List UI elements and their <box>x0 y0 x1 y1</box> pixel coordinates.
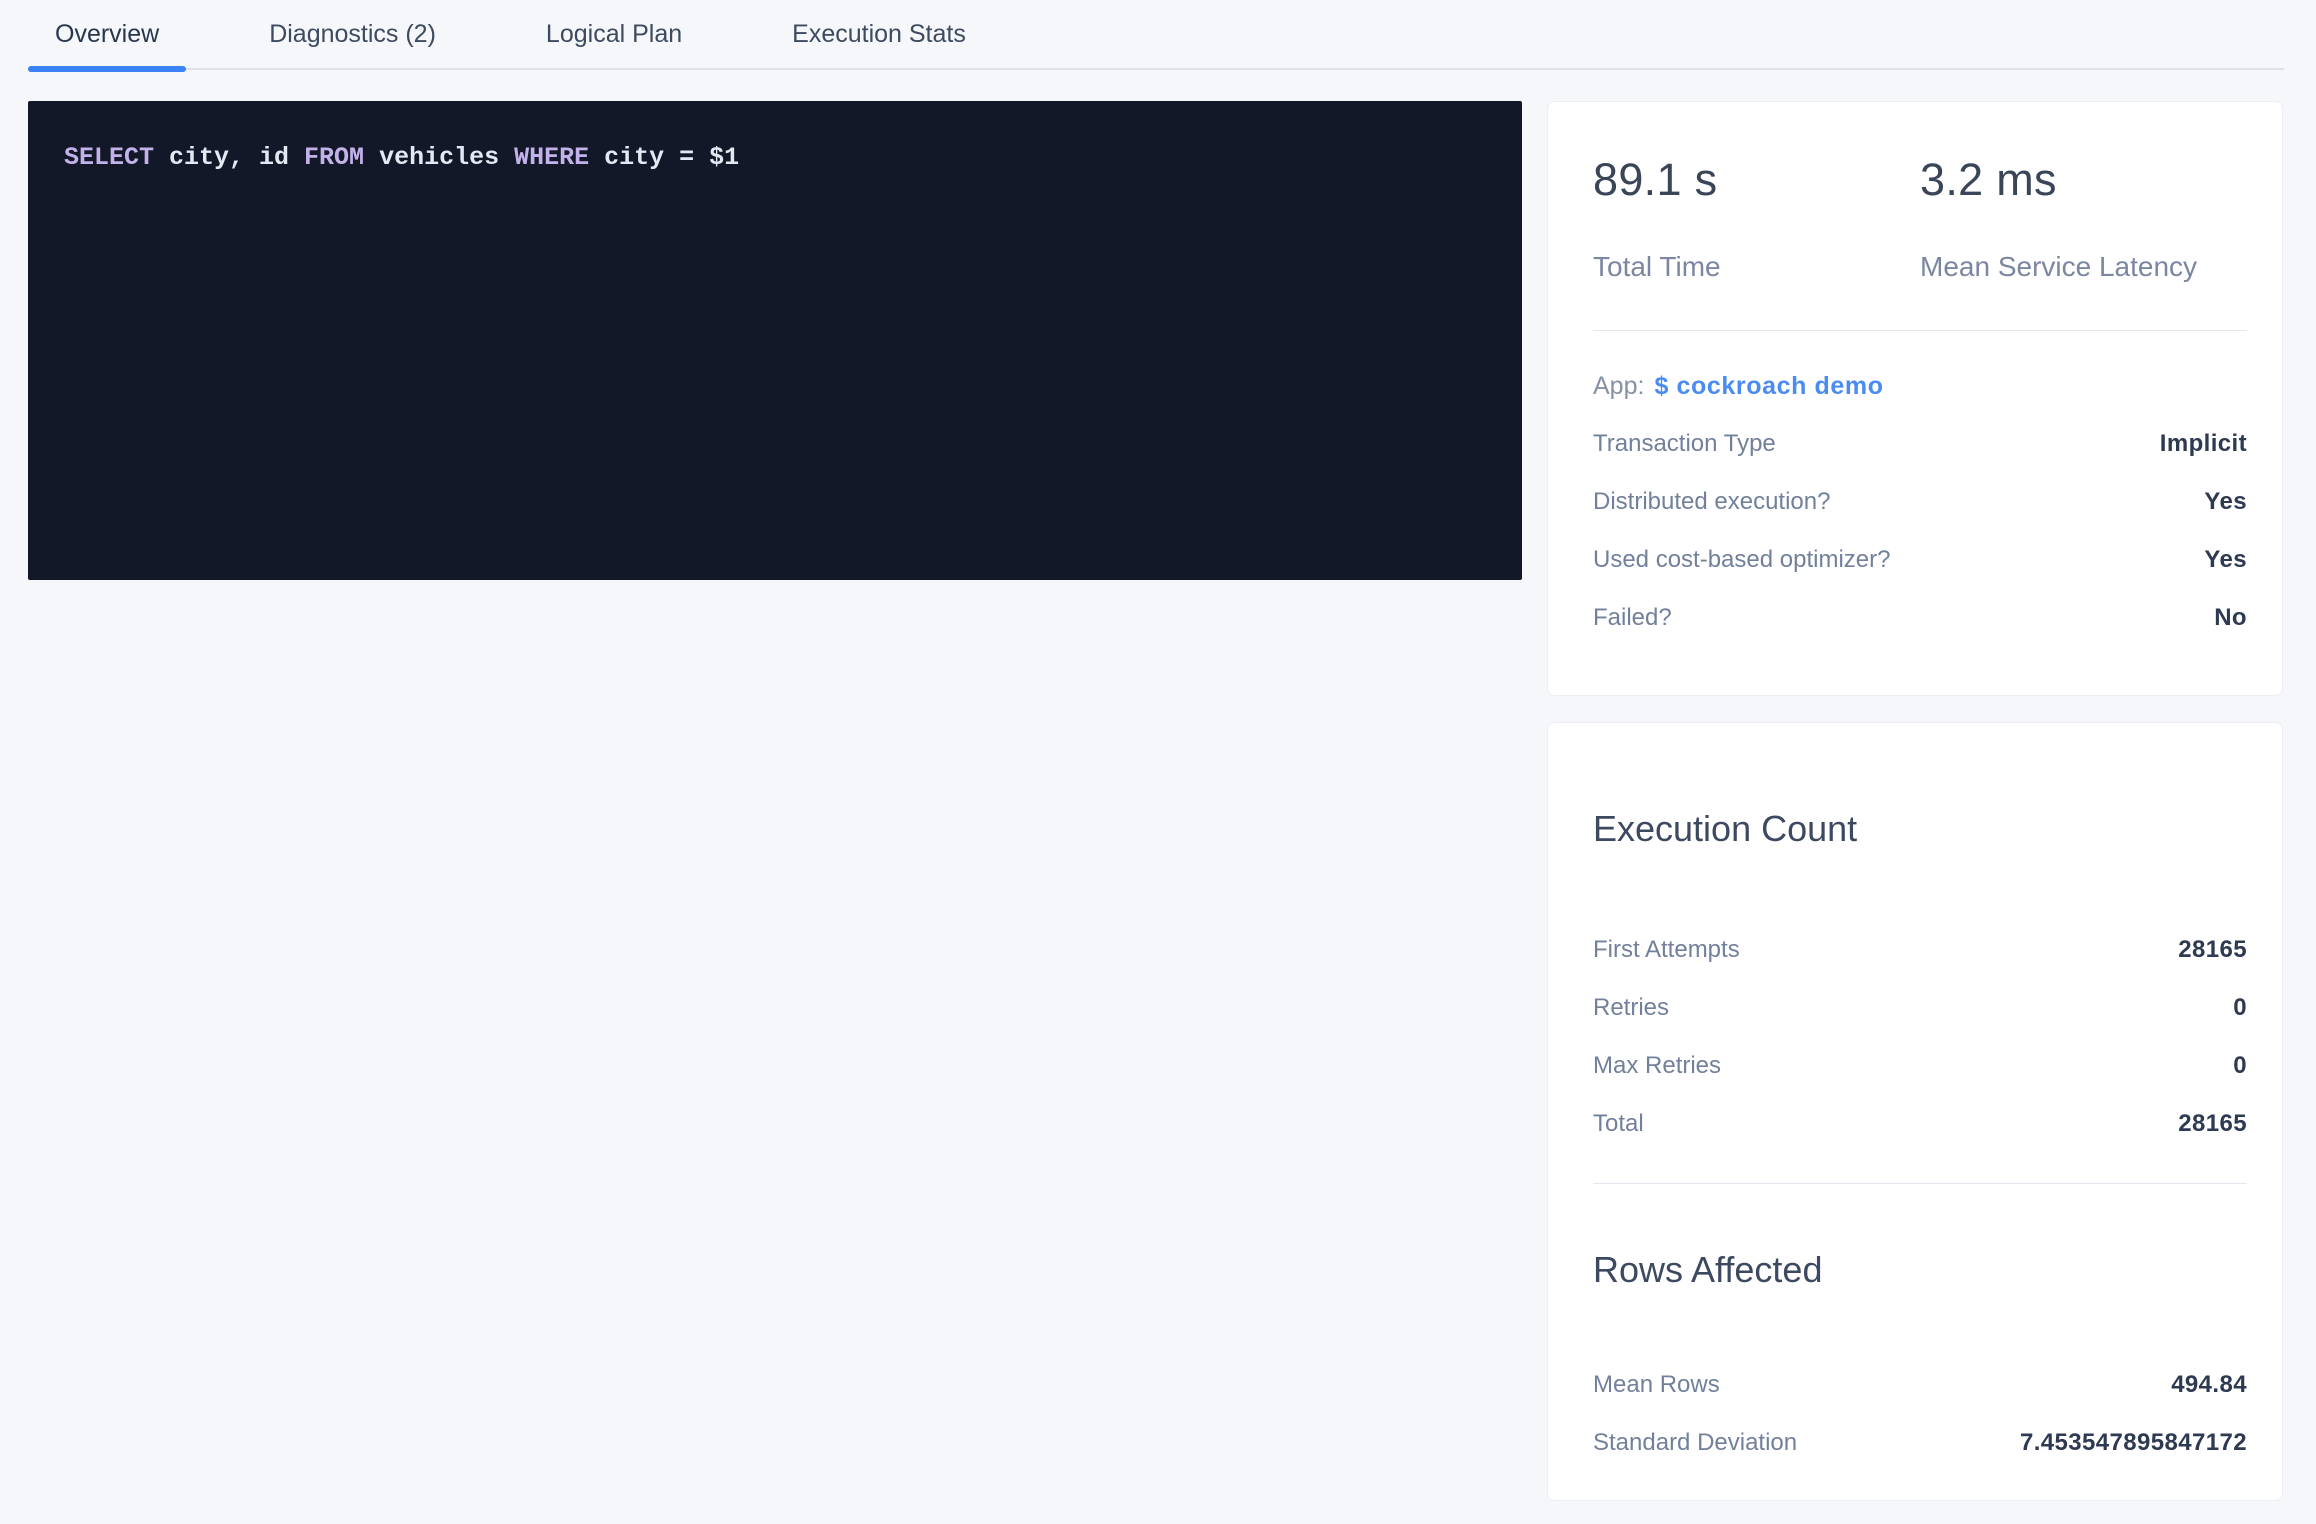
tab-execution-stats[interactable]: Execution Stats <box>765 0 993 68</box>
tab-diagnostics[interactable]: Diagnostics (2) <box>242 0 463 68</box>
total-time-label: Total Time <box>1593 250 1920 284</box>
summary-divider <box>1593 330 2247 331</box>
sql-condition: city = $1 <box>589 143 739 172</box>
distributed-execution-row: Distributed execution? Yes <box>1593 473 2247 531</box>
max-retries-value: 0 <box>2233 1052 2247 1080</box>
summary-metrics: 89.1 s Total Time 3.2 ms Mean Service La… <box>1593 102 2247 284</box>
standard-deviation-label: Standard Deviation <box>1593 1429 1797 1457</box>
mean-service-latency-metric: 3.2 ms Mean Service Latency <box>1920 154 2247 284</box>
section-divider <box>1593 1183 2247 1184</box>
first-attempts-value: 28165 <box>2178 936 2247 964</box>
summary-card: 89.1 s Total Time 3.2 ms Mean Service La… <box>1548 102 2282 695</box>
sql-keyword-where: WHERE <box>514 143 589 172</box>
failed-value: No <box>2214 604 2247 632</box>
first-attempts-row: First Attempts 28165 <box>1593 921 2247 979</box>
app-label: App: <box>1593 372 1644 401</box>
sql-statement: SELECT city, id FROM vehicles WHERE city… <box>64 142 1486 174</box>
tab-bar: Overview Diagnostics (2) Logical Plan Ex… <box>28 0 2284 70</box>
distributed-execution-value: Yes <box>2204 488 2247 516</box>
tab-logical-plan[interactable]: Logical Plan <box>519 0 709 68</box>
tab-overview-label: Overview <box>55 20 159 49</box>
execution-count-rows: First Attempts 28165 Retries 0 Max Retri… <box>1593 921 2247 1153</box>
tab-diagnostics-label: Diagnostics (2) <box>269 20 436 49</box>
tab-execution-stats-label: Execution Stats <box>792 20 966 49</box>
execution-count-title: Execution Count <box>1593 807 2247 851</box>
tab-overview[interactable]: Overview <box>28 0 186 68</box>
summary-rows: App: $ cockroach demo Transaction Type I… <box>1593 357 2247 647</box>
mean-rows-value: 494.84 <box>2171 1371 2247 1399</box>
failed-label: Failed? <box>1593 604 1672 632</box>
cost-based-optimizer-row: Used cost-based optimizer? Yes <box>1593 531 2247 589</box>
retries-value: 0 <box>2233 994 2247 1022</box>
rows-affected-rows: Mean Rows 494.84 Standard Deviation 7.45… <box>1593 1356 2247 1472</box>
distributed-execution-label: Distributed execution? <box>1593 488 1830 516</box>
max-retries-row: Max Retries 0 <box>1593 1037 2247 1095</box>
app-row: App: $ cockroach demo <box>1593 357 2247 415</box>
transaction-type-value: Implicit <box>2160 430 2247 458</box>
tab-logical-plan-label: Logical Plan <box>546 20 682 49</box>
total-label: Total <box>1593 1110 1644 1138</box>
retries-row: Retries 0 <box>1593 979 2247 1037</box>
total-time-value: 89.1 s <box>1593 154 1920 206</box>
transaction-type-label: Transaction Type <box>1593 430 1776 458</box>
sql-statement-box: SELECT city, id FROM vehicles WHERE city… <box>28 101 1522 580</box>
cost-based-optimizer-value: Yes <box>2204 546 2247 574</box>
first-attempts-label: First Attempts <box>1593 936 1740 964</box>
max-retries-label: Max Retries <box>1593 1052 1721 1080</box>
sql-columns: city, id <box>154 143 304 172</box>
standard-deviation-value: 7.453547895847172 <box>2020 1429 2247 1457</box>
transaction-type-row: Transaction Type Implicit <box>1593 415 2247 473</box>
cost-based-optimizer-label: Used cost-based optimizer? <box>1593 546 1890 574</box>
mean-rows-label: Mean Rows <box>1593 1371 1720 1399</box>
sql-keyword-select: SELECT <box>64 143 154 172</box>
failed-row: Failed? No <box>1593 589 2247 647</box>
mean-service-latency-value: 3.2 ms <box>1920 154 2247 206</box>
standard-deviation-row: Standard Deviation 7.453547895847172 <box>1593 1414 2247 1472</box>
total-row: Total 28165 <box>1593 1095 2247 1153</box>
execution-stats-card: Execution Count First Attempts 28165 Ret… <box>1548 723 2282 1500</box>
sql-table: vehicles <box>364 143 514 172</box>
mean-service-latency-label: Mean Service Latency <box>1920 250 2247 284</box>
mean-rows-row: Mean Rows 494.84 <box>1593 1356 2247 1414</box>
total-value: 28165 <box>2178 1110 2247 1138</box>
retries-label: Retries <box>1593 994 1669 1022</box>
total-time-metric: 89.1 s Total Time <box>1593 154 1920 284</box>
app-link[interactable]: $ cockroach demo <box>1654 372 1883 401</box>
sql-keyword-from: FROM <box>304 143 364 172</box>
rows-affected-title: Rows Affected <box>1593 1248 2247 1292</box>
